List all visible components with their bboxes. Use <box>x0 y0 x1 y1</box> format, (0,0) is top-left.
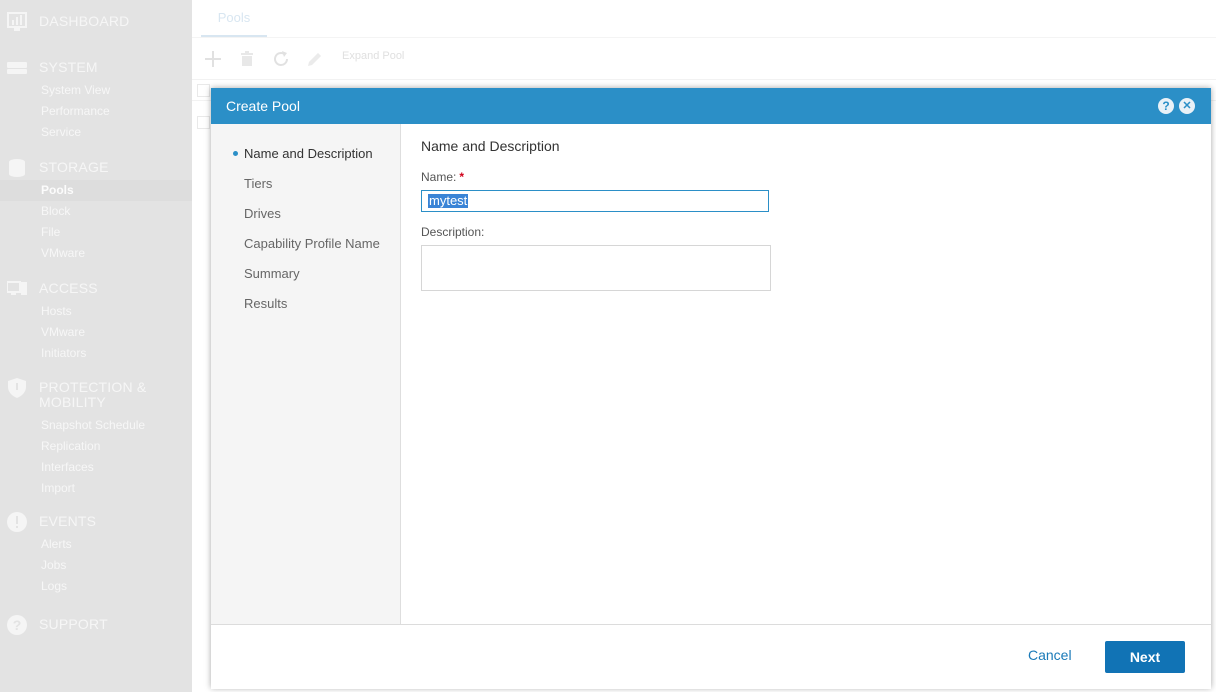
active-step-dot <box>233 151 238 156</box>
description-label: Description: <box>421 225 485 239</box>
step-name-and-description[interactable]: Name and Description <box>233 146 373 161</box>
close-button[interactable]: ✕ <box>1179 98 1195 114</box>
description-input[interactable] <box>421 245 771 291</box>
required-indicator: * <box>459 170 465 184</box>
step-drives[interactable]: Drives <box>244 206 281 221</box>
step-summary[interactable]: Summary <box>244 266 300 281</box>
help-button[interactable]: ? <box>1158 98 1174 114</box>
dialog-header: Create Pool ? ✕ <box>211 88 1211 124</box>
step-label: Name and Description <box>244 146 373 161</box>
step-label: Drives <box>244 206 281 221</box>
step-label: Capability Profile Name <box>244 236 380 251</box>
step-capability-profile-name[interactable]: Capability Profile Name <box>244 236 380 251</box>
name-label-text: Name: <box>421 170 457 184</box>
step-label: Tiers <box>244 176 273 191</box>
step-label: Summary <box>244 266 300 281</box>
name-input[interactable]: mytest <box>421 190 769 212</box>
dialog-title: Create Pool <box>226 98 300 114</box>
next-button[interactable]: Next <box>1105 641 1185 673</box>
step-results[interactable]: Results <box>244 296 287 311</box>
dialog-footer: Cancel Next <box>211 624 1211 689</box>
section-title: Name and Description <box>421 138 560 154</box>
step-tiers[interactable]: Tiers <box>244 176 272 191</box>
name-input-value: mytest <box>428 193 469 208</box>
step-label: Results <box>244 296 288 311</box>
create-pool-dialog: Create Pool ? ✕ Name and Description Tie… <box>211 88 1211 689</box>
dialog-content: Name and Description Name: * mytest Descr… <box>401 124 1211 624</box>
cancel-button[interactable]: Cancel <box>1028 647 1072 663</box>
wizard-steps: Name and Description Tiers Drives Capabi… <box>211 124 401 624</box>
name-label: Name: * <box>421 170 464 184</box>
